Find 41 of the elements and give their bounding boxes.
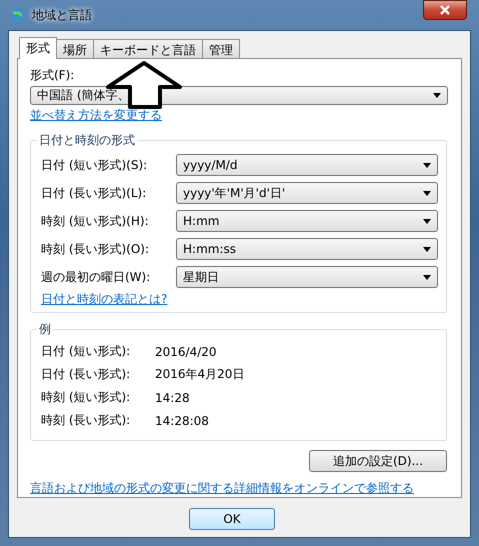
format-dropdown[interactable]: 中国語 (簡体字、	[30, 86, 448, 105]
field-label: 週の最初の曜日(W):	[41, 268, 150, 286]
tab[interactable]: 管理	[202, 39, 240, 58]
example-value: 2016年4月20日	[155, 366, 244, 383]
ok-button[interactable]: OK	[189, 508, 275, 530]
format-dropdown[interactable]: H:mm	[176, 210, 438, 232]
tab[interactable]: 形式	[19, 37, 57, 59]
format-dropdown[interactable]: H:mm:ss	[176, 238, 438, 260]
group-title: 日付と時刻の形式	[37, 132, 137, 149]
globe-icon	[10, 7, 26, 23]
close-icon	[439, 4, 451, 16]
format-label: 形式(F):	[30, 67, 76, 84]
additional-settings-button[interactable]: 追加の設定(D)...	[309, 450, 447, 472]
field-label: 時刻 (短い形式)(H):	[41, 212, 149, 230]
example-label: 日付 (長い形式):	[41, 366, 132, 383]
format-dropdown[interactable]: yyyy'年'M'月'd'日'	[176, 182, 438, 204]
example-label: 日付 (短い形式):	[41, 343, 132, 360]
field-label: 日付 (短い形式)(S):	[41, 156, 148, 174]
caret-icon	[423, 162, 431, 168]
help-link[interactable]: 日付と時刻の表記とは?	[41, 292, 168, 306]
field-label: 日付 (長い形式)(L):	[41, 184, 146, 202]
window-title: 地域と言語	[32, 6, 92, 24]
caret-icon	[423, 218, 431, 224]
format-dropdown[interactable]: yyyy/M/d	[176, 154, 438, 176]
example-value: 2016/4/20	[155, 344, 217, 358]
tab[interactable]: キーボードと言語	[93, 39, 203, 58]
online-info-link[interactable]: 言語および地域の形式の変更に関する詳細情報をオンラインで参照する	[30, 480, 414, 497]
caret-icon	[423, 246, 431, 252]
example-label: 時刻 (長い形式):	[41, 412, 132, 429]
example-value: 14:28:08	[155, 414, 209, 428]
example-label: 時刻 (短い形式):	[41, 389, 132, 406]
close-button[interactable]	[423, 0, 467, 20]
caret-icon	[423, 190, 431, 196]
tab[interactable]: 場所	[56, 39, 94, 58]
field-label: 時刻 (長い形式)(O):	[41, 240, 150, 258]
sort-link[interactable]: 並べ替え方法を変更する	[30, 107, 162, 124]
format-dropdown[interactable]: 星期日	[176, 266, 438, 288]
caret-icon	[433, 93, 441, 98]
caret-icon	[423, 274, 431, 280]
group-title: 例	[37, 321, 53, 338]
example-value: 14:28	[155, 390, 190, 404]
